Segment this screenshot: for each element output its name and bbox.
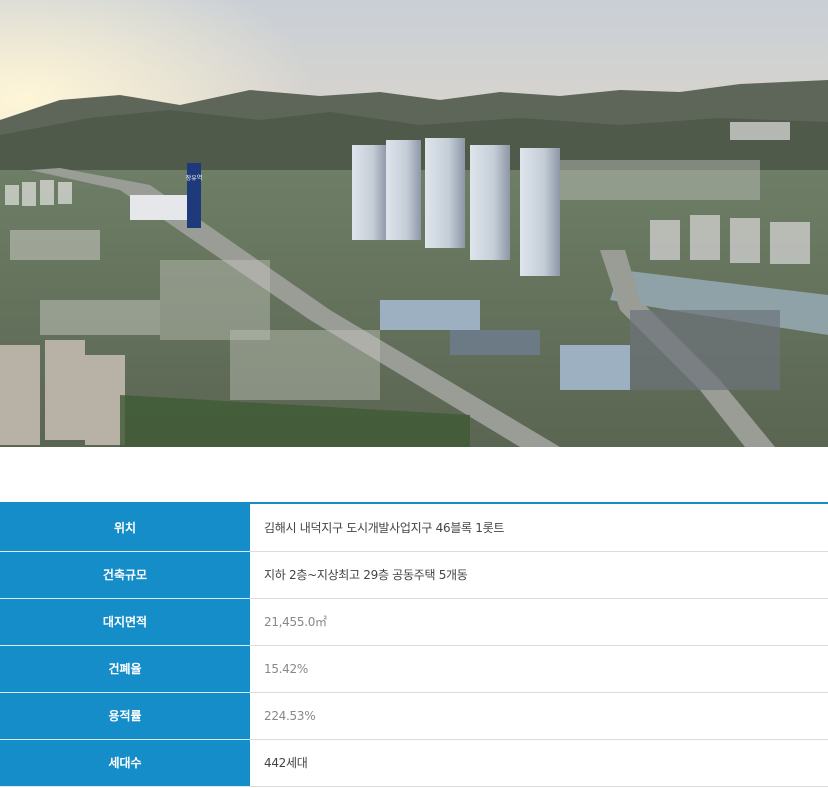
- row-label-building-scale: 건축규모: [0, 551, 250, 599]
- row-label-location: 위치: [0, 504, 250, 552]
- row-value-site-area: 21,455.0㎡: [250, 598, 828, 646]
- table-row: 건축규모 지하 2층~지상최고 29층 공동주택 5개동: [0, 551, 828, 599]
- row-value-floor-area-ratio: 224.53%: [250, 692, 828, 740]
- table-row: 위치 김해시 내덕지구 도시개발사업지구 46블록 1롯트: [0, 504, 828, 552]
- row-value-location: 김해시 내덕지구 도시개발사업지구 46블록 1롯트: [250, 504, 828, 552]
- station-sign: 장유역: [186, 174, 203, 182]
- spec-table: 위치 김해시 내덕지구 도시개발사업지구 46블록 1롯트 건축규모 지하 2층…: [0, 504, 828, 787]
- table-row: 세대수 442세대: [0, 739, 828, 787]
- row-value-coverage-ratio: 15.42%: [250, 645, 828, 693]
- hero-aerial-image: 장유역: [0, 0, 828, 447]
- table-row: 대지면적 21,455.0㎡: [0, 598, 828, 646]
- row-value-households: 442세대: [250, 739, 828, 787]
- row-label-site-area: 대지면적: [0, 598, 250, 646]
- row-label-floor-area-ratio: 용적률: [0, 692, 250, 740]
- table-row: 건폐율 15.42%: [0, 645, 828, 693]
- table-row: 용적률 224.53%: [0, 692, 828, 740]
- row-label-coverage-ratio: 건폐율: [0, 645, 250, 693]
- row-label-households: 세대수: [0, 739, 250, 787]
- row-value-building-scale: 지하 2층~지상최고 29층 공동주택 5개동: [250, 551, 828, 599]
- aerial-illustration: 장유역: [0, 0, 828, 447]
